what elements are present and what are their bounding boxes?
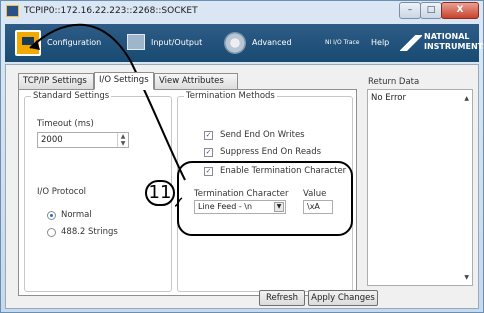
ni-logo-line2: INSTRUMENTS (424, 42, 484, 51)
ni-io-trace-label: NI I/O Trace (325, 39, 360, 46)
termination-character-select[interactable]: Line Feed - \n ▼ (194, 200, 286, 214)
tab-io-settings[interactable]: I/O Settings (94, 72, 154, 90)
window-title: TCPIP0::172.16.22.223::2268::SOCKET (24, 6, 198, 16)
send-end-label: Send End On Writes (220, 130, 305, 140)
scroll-up-icon[interactable]: ▲ (464, 95, 469, 102)
refresh-button[interactable]: Refresh (259, 290, 305, 306)
client-area: TCP/IP Settings I/O Settings View Attrib… (5, 64, 479, 309)
help-label: Help (371, 38, 390, 47)
suppress-end-label: Suppress End On Reads (220, 147, 322, 157)
io-protocol-label: I/O Protocol (37, 187, 87, 197)
monitor-icon (127, 34, 145, 50)
termination-character-value: Line Feed - \n (198, 202, 253, 211)
normal-radio[interactable] (47, 211, 56, 220)
send-end-checkbox[interactable]: ✓ (204, 131, 213, 140)
io-settings-panel: Standard Settings Timeout (ms) 2000 ▲ ▼ I… (18, 89, 357, 296)
tab-view-attributes[interactable]: View Attributes (154, 73, 238, 90)
return-data-value: No Error (371, 93, 406, 103)
configuration-label: Configuration (47, 38, 102, 47)
termination-character-label: Termination Character (194, 189, 289, 199)
timeout-input[interactable]: 2000 ▲ ▼ (37, 132, 129, 148)
title-bar: TCPIP0::172.16.22.223::2268::SOCKET – □ … (1, 1, 483, 22)
configuration-icon (15, 30, 41, 56)
488-strings-radio[interactable] (47, 228, 56, 237)
maximize-button[interactable]: □ (420, 2, 442, 19)
advanced-label: Advanced (252, 38, 292, 47)
help-button[interactable]: Help (371, 24, 396, 62)
apply-changes-button[interactable]: Apply Changes (308, 290, 378, 306)
value-field-text: \xA (307, 202, 320, 211)
input-output-button[interactable]: Input/Output (123, 24, 218, 62)
chevron-down-icon: ▼ (274, 202, 284, 212)
scroll-down-icon[interactable]: ▼ (464, 274, 469, 281)
timeout-value: 2000 (41, 135, 63, 145)
ni-logo: NATIONAL INSTRUMENTS (400, 29, 484, 57)
termination-methods-group: Termination Methods ✓ Send End On Writes… (177, 91, 353, 292)
callout-number: 11 (145, 180, 175, 206)
close-button[interactable]: X (441, 2, 479, 19)
standard-settings-title: Standard Settings (31, 91, 112, 101)
toolbar: Configuration Input/Output Advanced NI I… (5, 24, 484, 62)
enable-termination-label: Enable Termination Character (220, 166, 347, 176)
gear-icon (224, 32, 246, 54)
ni-logo-line1: NATIONAL (424, 32, 470, 41)
enable-termination-checkbox[interactable]: ✓ (204, 167, 213, 176)
app-window: TCPIP0::172.16.22.223::2268::SOCKET – □ … (0, 0, 484, 313)
eagle-icon (400, 35, 422, 51)
value-input[interactable]: \xA (303, 200, 333, 214)
ni-logo-text: NATIONAL INSTRUMENTS (424, 32, 484, 52)
input-output-label: Input/Output (151, 38, 203, 47)
return-data-label: Return Data (368, 77, 420, 87)
timeout-label: Timeout (ms) (37, 119, 94, 129)
tab-tcpip-settings[interactable]: TCP/IP Settings (18, 73, 94, 90)
timeout-spinner[interactable]: ▲ ▼ (117, 133, 128, 147)
488-strings-radio-label: 488.2 Strings (61, 227, 118, 237)
normal-radio-label: Normal (61, 210, 92, 220)
minimize-button[interactable]: – (399, 2, 421, 19)
ni-io-trace-button[interactable]: NI I/O Trace (325, 24, 365, 62)
suppress-end-checkbox[interactable]: ✓ (204, 148, 213, 157)
return-data-box[interactable]: No Error ▲ ▼ (367, 89, 473, 286)
termination-methods-title: Termination Methods (184, 91, 277, 101)
value-label: Value (303, 189, 327, 199)
advanced-button[interactable]: Advanced (220, 24, 310, 62)
configuration-button[interactable]: Configuration (9, 24, 119, 62)
app-icon (6, 5, 19, 17)
